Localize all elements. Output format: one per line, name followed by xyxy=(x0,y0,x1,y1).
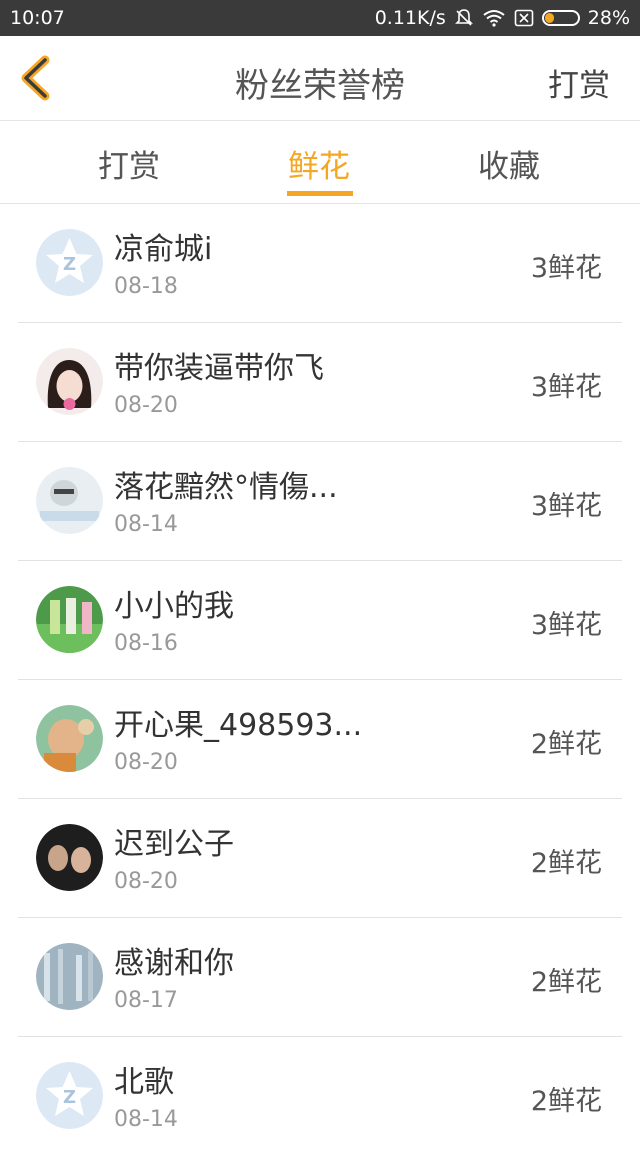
list-item[interactable]: Z 北歌 08-14 2鲜花 xyxy=(18,1037,622,1155)
fan-name: 小小的我 xyxy=(114,589,234,624)
svg-text:Z: Z xyxy=(63,254,76,275)
user-avatar xyxy=(36,348,103,415)
fan-name: 感谢和你 xyxy=(114,946,234,981)
flower-count: 2鲜花 xyxy=(530,848,602,879)
fan-date: 08-20 xyxy=(114,869,178,894)
fan-date: 08-18 xyxy=(114,274,178,299)
list-item[interactable]: 落花黯然°情傷... 08-14 3鲜花 xyxy=(18,442,622,561)
fan-list: Z 凉俞城i 08-18 3鲜花 带你装逼带你飞 08-20 3鲜花 落花黯然°… xyxy=(18,204,622,1155)
user-avatar xyxy=(36,943,103,1010)
flower-count: 2鲜花 xyxy=(530,967,602,998)
svg-text:Z: Z xyxy=(63,1087,76,1108)
fan-date: 08-14 xyxy=(114,512,178,537)
status-time: 10:07 xyxy=(10,7,65,29)
fan-date: 08-20 xyxy=(114,393,178,418)
fan-date: 08-17 xyxy=(114,988,178,1013)
user-avatar xyxy=(36,705,103,772)
flower-count: 3鲜花 xyxy=(530,372,602,403)
notifications-muted-icon xyxy=(454,9,473,26)
list-item[interactable]: 迟到公子 08-20 2鲜花 xyxy=(18,799,622,918)
tab-bar: 打赏 鲜花 收藏 xyxy=(0,121,640,204)
page-title: 粉丝荣誉榜 xyxy=(235,66,405,106)
fan-date: 08-20 xyxy=(114,750,178,775)
fan-name: 凉俞城i xyxy=(114,232,213,267)
tab-flowers[interactable]: 鲜花 xyxy=(288,141,350,186)
battery-icon xyxy=(541,10,580,26)
network-speed: 0.11K/s xyxy=(374,7,446,29)
list-item[interactable]: 带你装逼带你飞 08-20 3鲜花 xyxy=(18,323,622,442)
fan-name: 开心果_498593... xyxy=(114,708,363,743)
status-right: 0.11K/s 28% xyxy=(375,7,630,29)
fan-date: 08-16 xyxy=(114,631,178,656)
no-sim-icon xyxy=(514,9,534,27)
tab-reward[interactable]: 打赏 xyxy=(98,141,160,186)
user-avatar xyxy=(36,467,103,534)
flower-count: 3鲜花 xyxy=(530,491,602,522)
list-item[interactable]: 开心果_498593... 08-20 2鲜花 xyxy=(18,680,622,799)
battery-percent: 28% xyxy=(587,7,630,29)
wifi-icon xyxy=(483,10,505,27)
nav-bar: 粉丝荣誉榜 打赏 xyxy=(0,36,640,121)
flower-count: 2鲜花 xyxy=(530,1086,602,1117)
flower-count: 3鲜花 xyxy=(530,610,602,641)
list-item[interactable]: 感谢和你 08-17 2鲜花 xyxy=(18,918,622,1037)
user-avatar xyxy=(36,586,103,653)
fan-name: 带你装逼带你飞 xyxy=(114,351,324,386)
flower-count: 3鲜花 xyxy=(530,253,602,284)
flower-count: 2鲜花 xyxy=(530,729,602,760)
active-tab-indicator xyxy=(287,191,353,196)
fan-name: 迟到公子 xyxy=(114,827,234,862)
list-item[interactable]: Z 凉俞城i 08-18 3鲜花 xyxy=(18,204,622,323)
list-item[interactable]: 小小的我 08-16 3鲜花 xyxy=(18,561,622,680)
status-bar: 10:07 0.11K/s 28% xyxy=(0,0,640,36)
fan-date: 08-14 xyxy=(114,1107,178,1132)
tab-favorites[interactable]: 收藏 xyxy=(478,141,540,186)
reward-button[interactable]: 打赏 xyxy=(548,60,610,105)
default-avatar-icon: Z xyxy=(36,1062,103,1129)
fan-name: 北歌 xyxy=(114,1065,174,1100)
user-avatar xyxy=(36,824,103,891)
default-avatar-icon: Z xyxy=(36,229,103,296)
fan-name: 落花黯然°情傷... xyxy=(114,470,338,505)
